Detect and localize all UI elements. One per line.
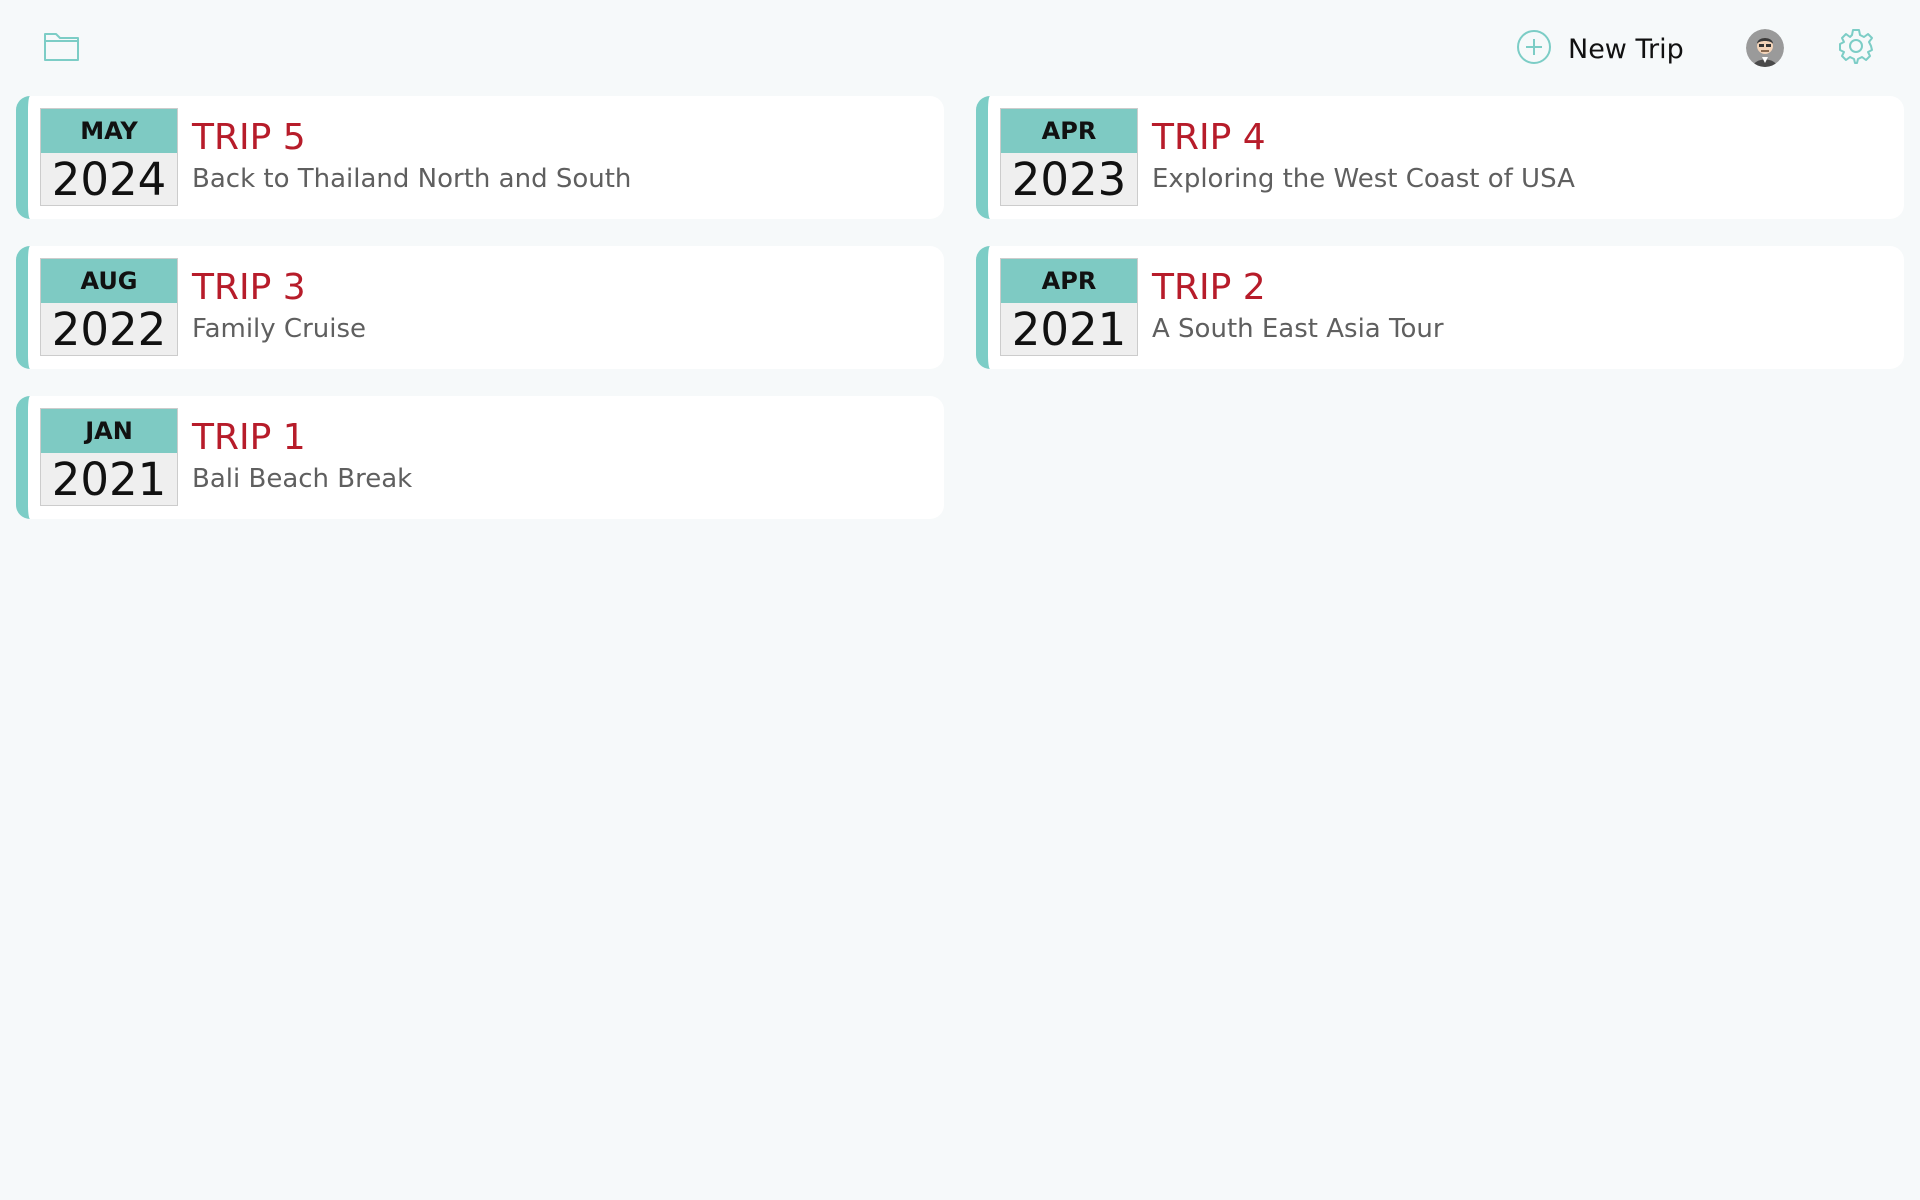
date-badge: APR 2021 (1000, 258, 1138, 356)
trip-card[interactable]: APR 2021 TRIP 2 A South East Asia Tour (976, 246, 1904, 369)
new-trip-label: New Trip (1568, 33, 1684, 65)
folder-icon (42, 29, 82, 68)
settings-button[interactable] (1836, 28, 1876, 68)
trip-title: TRIP 1 (192, 417, 306, 458)
trip-card[interactable]: APR 2023 TRIP 4 Exploring the West Coast… (976, 96, 1904, 219)
user-avatar[interactable] (1746, 29, 1784, 67)
trip-subtitle: A South East Asia Tour (1152, 314, 1444, 344)
trip-year: 2024 (51, 152, 167, 206)
trip-title: TRIP 4 (1152, 117, 1266, 158)
trip-title: TRIP 2 (1152, 267, 1266, 308)
trip-year: 2022 (51, 302, 167, 356)
gear-icon (1837, 27, 1875, 70)
trip-year: 2021 (51, 452, 167, 506)
trip-title: TRIP 5 (192, 117, 306, 158)
trip-list: MAY 2024 TRIP 5 Back to Thailand North a… (16, 96, 1904, 519)
trip-year: 2023 (1011, 152, 1127, 206)
date-badge: JAN 2021 (40, 408, 178, 506)
date-badge: MAY 2024 (40, 108, 178, 206)
trip-card[interactable]: JAN 2021 TRIP 1 Bali Beach Break (16, 396, 944, 519)
trip-month: AUG (41, 259, 177, 303)
date-badge: AUG 2022 (40, 258, 178, 356)
trip-month: APR (1001, 109, 1137, 153)
trip-month: JAN (41, 409, 177, 453)
top-toolbar: New Trip (0, 0, 1920, 96)
trip-card[interactable]: AUG 2022 TRIP 3 Family Cruise (16, 246, 944, 369)
new-trip-button[interactable]: New Trip (1516, 24, 1684, 74)
trip-subtitle: Bali Beach Break (192, 464, 413, 494)
trip-card[interactable]: MAY 2024 TRIP 5 Back to Thailand North a… (16, 96, 944, 219)
trip-title: TRIP 3 (192, 267, 306, 308)
trip-year: 2021 (1011, 302, 1127, 356)
trip-subtitle: Family Cruise (192, 314, 367, 344)
trip-subtitle: Back to Thailand North and South (192, 164, 632, 194)
plus-circle-icon (1516, 29, 1552, 70)
trip-subtitle: Exploring the West Coast of USA (1152, 164, 1575, 194)
trip-month: MAY (41, 109, 177, 153)
date-badge: APR 2023 (1000, 108, 1138, 206)
trip-month: APR (1001, 259, 1137, 303)
folder-button[interactable] (40, 28, 84, 68)
